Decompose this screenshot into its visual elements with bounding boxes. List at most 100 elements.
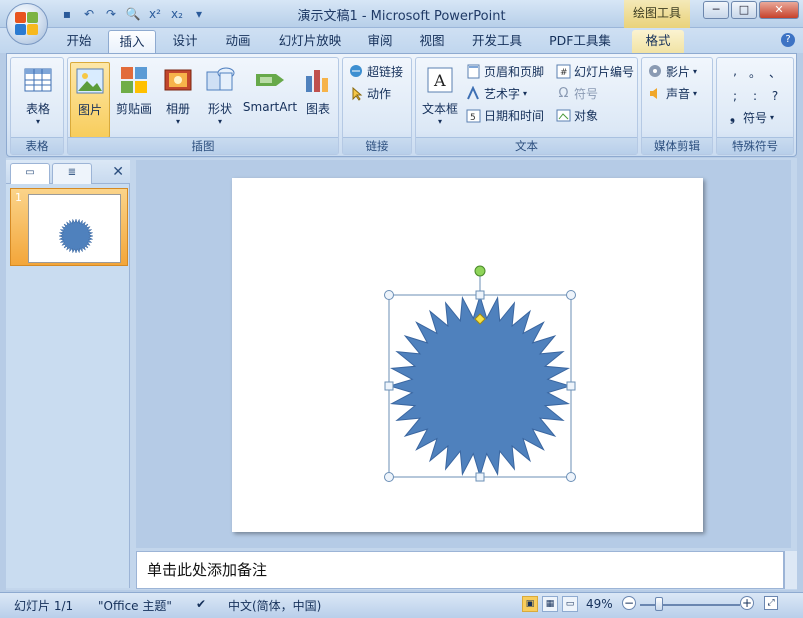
album-button[interactable]: 相册 ▾ bbox=[158, 62, 198, 132]
drawing-tools-context-title: 绘图工具 bbox=[624, 0, 690, 28]
clipart-label: 剪贴画 bbox=[115, 102, 152, 116]
picture-label: 图片 bbox=[77, 103, 102, 117]
notes-pane[interactable]: 单击此处添加备注 bbox=[136, 551, 784, 589]
status-slide-count: 幻灯片 1/1 bbox=[14, 599, 74, 613]
resize-handle-right[interactable] bbox=[566, 381, 576, 391]
resize-handle-top-right[interactable] bbox=[566, 290, 576, 300]
dropdown-arrow-icon: ▾ bbox=[523, 88, 528, 98]
header-footer-button[interactable]: 页眉和页脚 bbox=[466, 62, 544, 80]
sound-button[interactable]: 声音 ▾ bbox=[648, 84, 697, 102]
tab-design[interactable]: 设计 bbox=[162, 30, 208, 53]
wordart-icon bbox=[466, 85, 481, 101]
resize-handle-bottom-left[interactable] bbox=[384, 472, 394, 482]
action-button[interactable]: 动作 bbox=[349, 84, 391, 102]
minimize-button[interactable]: ─ bbox=[703, 1, 729, 19]
dropdown-arrow-icon: ▾ bbox=[693, 88, 698, 98]
tab-insert[interactable]: 插入 bbox=[108, 30, 156, 53]
tab-slideshow[interactable]: 幻灯片放映 bbox=[270, 30, 350, 53]
close-button[interactable]: ✕ bbox=[759, 1, 799, 19]
normal-view-button[interactable]: ▣ bbox=[522, 596, 538, 612]
special-symbol-button[interactable]: ❟ 符号 ▾ bbox=[725, 108, 774, 126]
smartart-icon bbox=[254, 64, 286, 96]
datetime-button[interactable]: 5 日期和时间 bbox=[466, 106, 544, 124]
group-label-media: 媒体剪辑 bbox=[642, 137, 712, 154]
tab-format[interactable]: 格式 bbox=[632, 30, 684, 53]
slide-number-button[interactable]: # 幻灯片编号 bbox=[556, 62, 634, 80]
picture-button[interactable]: 图片 bbox=[70, 62, 110, 138]
table-label: 表格 bbox=[25, 102, 50, 116]
office-button[interactable] bbox=[6, 3, 48, 45]
resize-handle-top-left[interactable] bbox=[384, 290, 394, 300]
header-footer-label: 页眉和页脚 bbox=[484, 64, 545, 79]
group-label-illustrations: 插图 bbox=[68, 137, 338, 154]
symbol-label: 符号 bbox=[574, 86, 599, 101]
status-language[interactable]: 中文(简体，中国) bbox=[228, 597, 321, 614]
slide-thumbnail[interactable]: 1 bbox=[10, 188, 128, 266]
textbox-icon: A bbox=[424, 64, 456, 96]
dropdown-arrow-icon: ▾ bbox=[437, 117, 442, 126]
slide-canvas[interactable] bbox=[232, 178, 703, 532]
table-icon bbox=[22, 64, 54, 96]
group-media: 影片 ▾ 声音 ▾ 媒体剪辑 bbox=[641, 57, 713, 155]
group-label-links: 链接 bbox=[343, 137, 411, 154]
shapes-icon bbox=[204, 64, 236, 96]
resize-handle-left[interactable] bbox=[384, 381, 394, 391]
textbox-button[interactable]: A 文本框 ▾ bbox=[418, 62, 462, 132]
clipart-icon bbox=[118, 64, 150, 96]
tab-outline[interactable]: ≣ bbox=[52, 163, 92, 184]
zoom-level[interactable]: 49% bbox=[586, 597, 613, 611]
clipart-button[interactable]: 剪贴画 bbox=[112, 62, 156, 132]
symbol-char[interactable]: ? bbox=[765, 89, 785, 103]
dropdown-arrow-icon: ▾ bbox=[693, 66, 698, 76]
tab-pdf-tools[interactable]: PDF工具集 bbox=[540, 30, 620, 53]
dropdown-arrow-icon: ▾ bbox=[35, 117, 40, 126]
resize-handle-bottom-right[interactable] bbox=[566, 472, 576, 482]
symbol-char[interactable]: 。 bbox=[745, 64, 765, 81]
wordart-button[interactable]: 艺术字 ▾ bbox=[466, 84, 527, 102]
resize-handle-top[interactable] bbox=[475, 290, 485, 300]
symbol-char[interactable]: 、 bbox=[765, 64, 785, 81]
slide-sorter-view-button[interactable]: ▦ bbox=[542, 596, 558, 612]
notes-scrollbar[interactable] bbox=[784, 551, 797, 589]
maximize-button[interactable]: □ bbox=[731, 1, 757, 19]
chart-button[interactable]: 图表 bbox=[300, 62, 336, 132]
spellcheck-icon[interactable]: ✔ bbox=[196, 597, 206, 611]
symbol-char[interactable]: ; bbox=[725, 89, 745, 103]
photo-album-icon bbox=[162, 64, 194, 96]
textbox-label: 文本框 bbox=[421, 102, 458, 116]
object-icon bbox=[556, 108, 571, 123]
tab-developer[interactable]: 开发工具 bbox=[462, 30, 532, 53]
hyperlink-button[interactable]: 超链接 bbox=[349, 62, 403, 80]
symbol-char[interactable]: , bbox=[725, 64, 745, 81]
album-label: 相册 bbox=[165, 102, 190, 116]
rotation-handle[interactable] bbox=[474, 265, 486, 277]
datetime-label: 日期和时间 bbox=[484, 108, 545, 123]
svg-text:#: # bbox=[560, 68, 568, 78]
close-pane-icon[interactable]: ✕ bbox=[112, 164, 124, 180]
speaker-icon bbox=[648, 86, 663, 101]
movie-button[interactable]: 影片 ▾ bbox=[648, 62, 697, 80]
tab-review[interactable]: 审阅 bbox=[358, 30, 402, 53]
zoom-out-button[interactable]: − bbox=[622, 596, 636, 610]
tab-home[interactable]: 开始 bbox=[56, 30, 102, 53]
slideshow-view-button[interactable]: ▭ bbox=[562, 596, 578, 612]
zoom-slider-thumb[interactable] bbox=[655, 597, 663, 611]
table-button[interactable]: 表格 ▾ bbox=[15, 62, 61, 132]
tab-slides[interactable]: ▭ bbox=[10, 163, 50, 184]
object-button[interactable]: 对象 bbox=[556, 106, 598, 124]
slide-thumbnail-number: 1 bbox=[15, 191, 22, 204]
group-table: 表格 ▾ 表格 bbox=[10, 57, 64, 155]
tab-animations[interactable]: 动画 bbox=[215, 30, 261, 53]
help-icon[interactable]: ? bbox=[781, 33, 795, 47]
tab-view[interactable]: 视图 bbox=[410, 30, 454, 53]
calendar-icon: 5 bbox=[466, 108, 481, 123]
resize-handle-bottom[interactable] bbox=[475, 472, 485, 482]
hyperlink-icon bbox=[349, 64, 364, 79]
zoom-in-button[interactable]: + bbox=[740, 596, 754, 610]
smartart-label: SmartArt bbox=[242, 100, 298, 114]
symbol-char[interactable]: : bbox=[745, 89, 765, 103]
fit-to-window-button[interactable]: ⤢ bbox=[764, 596, 778, 610]
group-label-text: 文本 bbox=[416, 137, 637, 154]
shapes-button[interactable]: 形状 ▾ bbox=[200, 62, 240, 132]
smartart-button[interactable]: SmartArt bbox=[242, 62, 298, 132]
